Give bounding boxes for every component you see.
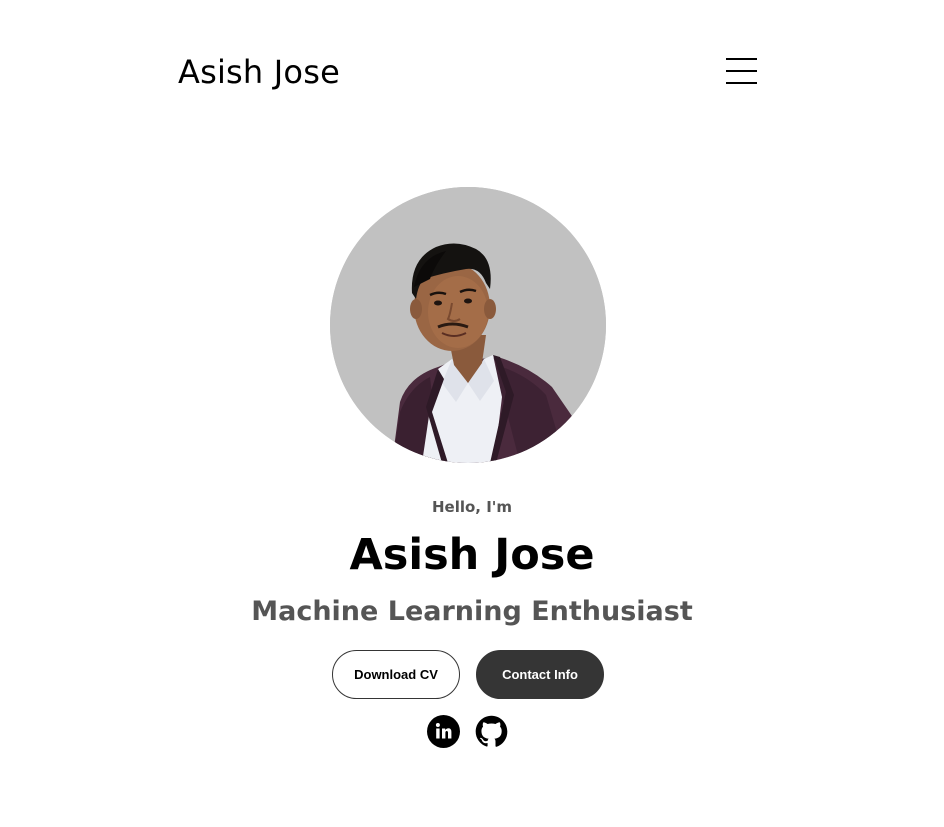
- contact-info-button[interactable]: Contact Info: [476, 650, 604, 699]
- download-cv-button[interactable]: Download CV: [332, 650, 460, 699]
- hero-title: Machine Learning Enthusiast: [251, 596, 693, 627]
- hamburger-bar: [726, 58, 757, 60]
- profile-picture: [330, 187, 606, 463]
- linkedin-icon[interactable]: [427, 715, 460, 748]
- hamburger-bar: [726, 70, 757, 72]
- greeting-text: Hello, I'm: [431, 498, 513, 516]
- hero-name: Asish Jose: [349, 530, 595, 580]
- hamburger-menu-icon[interactable]: [726, 58, 758, 86]
- site-logo[interactable]: Asish Jose: [178, 52, 340, 92]
- hamburger-bar: [726, 82, 757, 84]
- navbar: Asish Jose: [0, 0, 944, 145]
- github-icon[interactable]: [475, 715, 508, 748]
